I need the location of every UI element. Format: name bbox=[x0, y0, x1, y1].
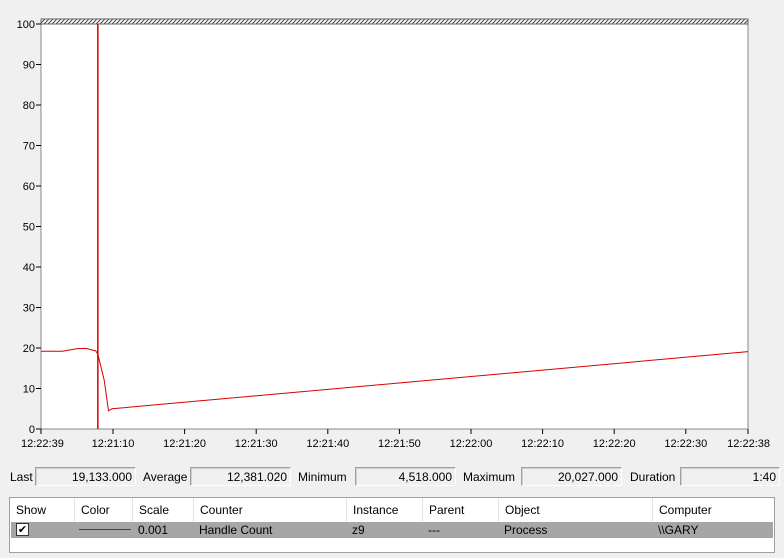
y-tick-label: 30 bbox=[23, 303, 35, 315]
column-header-instance[interactable]: Instance bbox=[347, 498, 423, 522]
color-swatch-cell bbox=[75, 522, 133, 538]
column-header-color[interactable]: Color bbox=[75, 498, 133, 522]
column-header-computer[interactable]: Computer bbox=[653, 498, 774, 522]
x-axis: 12:22:39 12:21:10 12:21:20 12:21:30 12:21:40… bbox=[21, 429, 770, 450]
y-tick-label: 90 bbox=[23, 60, 35, 72]
average-value: 12,381.020 bbox=[190, 467, 291, 486]
instance-cell: z9 bbox=[352, 523, 365, 537]
object-cell: Process bbox=[504, 523, 548, 537]
maximum-value: 20,027.000 bbox=[521, 467, 622, 486]
x-tick-label: 12:22:38 bbox=[727, 438, 770, 450]
performance-chart[interactable]: 0102030405060708090100 12:22:39 12:21:10 1… bbox=[0, 0, 784, 460]
series-color-swatch bbox=[79, 529, 131, 530]
y-tick-label: 20 bbox=[23, 343, 35, 355]
maximum-label: Maximum bbox=[463, 470, 516, 484]
average-label: Average bbox=[143, 470, 188, 484]
y-tick-label: 100 bbox=[17, 19, 35, 31]
y-tick-label: 70 bbox=[23, 141, 35, 153]
counter-cell: Handle Count bbox=[199, 523, 273, 537]
column-header-object[interactable]: Object bbox=[499, 498, 653, 522]
x-tick-label: 12:22:10 bbox=[521, 438, 564, 450]
duration-label: Duration bbox=[630, 470, 676, 484]
computer-cell: \\GARY bbox=[658, 523, 699, 537]
x-tick-label: 12:22:00 bbox=[450, 438, 493, 450]
last-label: Last bbox=[10, 470, 33, 484]
last-value: 19,133.000 bbox=[35, 467, 136, 486]
legend-header: Show Color Scale Counter Instance Parent… bbox=[10, 498, 774, 522]
y-tick-label: 0 bbox=[29, 424, 35, 436]
column-header-counter[interactable]: Counter bbox=[194, 498, 347, 522]
column-header-parent[interactable]: Parent bbox=[423, 498, 499, 522]
plot-area bbox=[40, 18, 749, 430]
y-tick-label: 60 bbox=[23, 181, 35, 193]
parent-cell: --- bbox=[428, 523, 440, 537]
scale-cell: 0.001 bbox=[138, 523, 169, 537]
y-tick-label: 10 bbox=[23, 384, 35, 396]
x-tick-label: 12:21:30 bbox=[235, 438, 278, 450]
minimum-value: 4,518.000 bbox=[355, 467, 456, 486]
legend-row[interactable]: ✔ 0.001 Handle Count z9 --- Process \\GA… bbox=[11, 522, 773, 538]
y-tick-label: 40 bbox=[23, 262, 35, 274]
x-tick-label: 12:21:40 bbox=[306, 438, 349, 450]
x-tick-label: 12:21:20 bbox=[163, 438, 206, 450]
x-tick-label: 12:21:10 bbox=[92, 438, 135, 450]
minimum-label: Minimum bbox=[298, 470, 347, 484]
x-tick-label: 12:22:30 bbox=[664, 438, 707, 450]
show-checkbox[interactable]: ✔ bbox=[16, 523, 29, 536]
x-tick-label: 12:22:39 bbox=[21, 438, 64, 450]
column-header-show[interactable]: Show bbox=[10, 498, 75, 522]
y-tick-label: 80 bbox=[23, 100, 35, 112]
counter-legend[interactable]: Show Color Scale Counter Instance Parent… bbox=[9, 497, 775, 553]
stats-bar: Last 19,133.000 Average 12,381.020 Minim… bbox=[0, 467, 784, 487]
duration-value: 1:40 bbox=[680, 467, 780, 486]
y-tick-label: 50 bbox=[23, 222, 35, 234]
y-axis: 0 10 20 30 40 50 60 70 80 90 100 bbox=[17, 19, 41, 436]
plot-top-hatch bbox=[40, 18, 749, 25]
x-tick-label: 12:22:20 bbox=[593, 438, 636, 450]
x-tick-label: 12:21:50 bbox=[378, 438, 421, 450]
column-header-scale[interactable]: Scale bbox=[133, 498, 194, 522]
